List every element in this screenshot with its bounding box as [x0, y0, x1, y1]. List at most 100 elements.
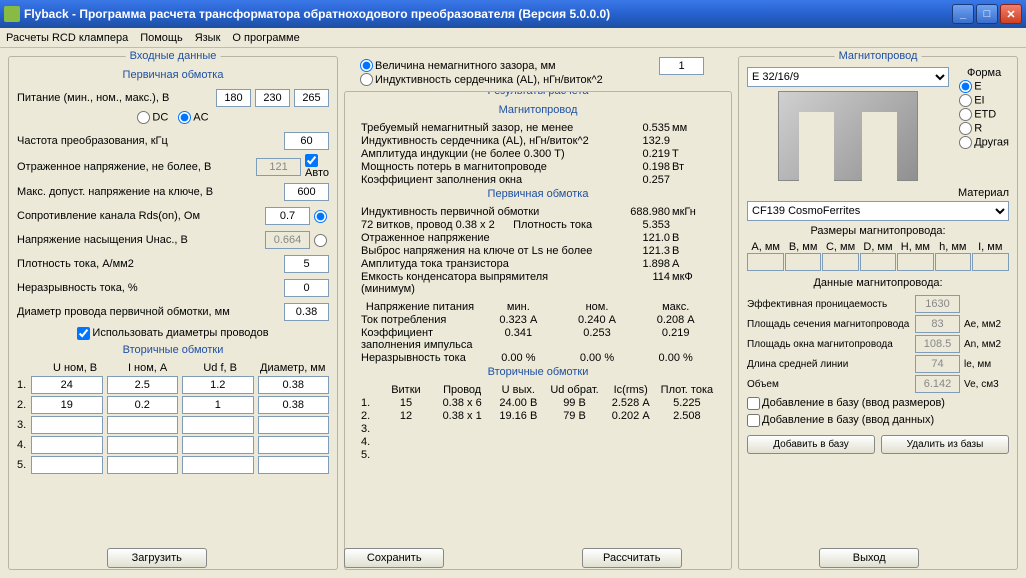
dim-c [822, 253, 859, 271]
close-button[interactable]: ✕ [1000, 4, 1022, 24]
disc-input[interactable] [284, 279, 329, 297]
del-db-button[interactable]: Удалить из базы [881, 435, 1009, 454]
primary-subtitle: Первичная обмотка [17, 69, 329, 81]
vmax-input[interactable] [284, 183, 329, 201]
shape-e-radio[interactable] [959, 80, 972, 93]
save-button[interactable]: Сохранить [344, 548, 444, 568]
shape-other-radio[interactable] [959, 136, 972, 149]
s4-d[interactable] [258, 436, 330, 454]
core-select[interactable]: E 32/16/9 [747, 67, 949, 87]
input-panel-title: Входные данные [126, 50, 221, 62]
menu-lang[interactable]: Язык [195, 32, 221, 44]
s3-u[interactable] [31, 416, 103, 434]
jdens-input[interactable] [284, 255, 329, 273]
dc-radio[interactable] [137, 111, 150, 124]
res-core-title: Магнитопровод [353, 104, 723, 116]
add-data-check[interactable] [747, 414, 760, 427]
usat-label: Напряжение насыщения Uнас., В [17, 234, 261, 246]
add-db-button[interactable]: Добавить в базу [747, 435, 875, 454]
s2-d[interactable] [258, 396, 330, 414]
ac-radio-label[interactable]: AC [178, 111, 208, 124]
gap-radio[interactable] [360, 59, 373, 72]
jdens-label: Плотность тока, А/мм2 [17, 258, 280, 270]
s2-ud[interactable] [182, 396, 254, 414]
refl-label: Отраженное напряжение, не более, В [17, 161, 252, 173]
s3-ud[interactable] [182, 416, 254, 434]
res-sec-title: Вторичные обмотки [353, 366, 723, 378]
dim-hh [897, 253, 934, 271]
s1-i[interactable] [107, 376, 179, 394]
sec-h-d: Диаметр, мм [256, 362, 329, 374]
results-title: Результаты расчета [483, 91, 592, 97]
refl-input [256, 158, 301, 176]
use-diam-label[interactable]: Использовать диаметры проводов [77, 327, 268, 339]
material-select[interactable]: CF139 CosmoFerrites [747, 201, 1009, 221]
dwire-input[interactable] [284, 303, 329, 321]
menu-about[interactable]: О программе [232, 32, 299, 44]
exit-button[interactable]: Выход [819, 548, 919, 568]
dwire-label: Диаметр провода первичной обмотки, мм [17, 306, 280, 318]
dim-b [785, 253, 822, 271]
s5-i[interactable] [107, 456, 179, 474]
sec-h-ud: Ud f, В [184, 362, 257, 374]
calc-button[interactable]: Рассчитать [582, 548, 682, 568]
s1-ud[interactable] [182, 376, 254, 394]
rds-input[interactable] [265, 207, 310, 225]
shape-ei-radio[interactable] [959, 94, 972, 107]
power-label: Питание (мин., ном., макс.), В [17, 92, 212, 104]
s5-u[interactable] [31, 456, 103, 474]
mu-input [915, 295, 960, 313]
s1-u[interactable] [31, 376, 103, 394]
sec-h-u: U ном, В [39, 362, 112, 374]
usat-radio[interactable] [314, 234, 327, 247]
gap-radio-label: Величина немагнитного зазора, мм [375, 60, 556, 72]
s2-i[interactable] [107, 396, 179, 414]
menu-help[interactable]: Помощь [140, 32, 183, 44]
power-nom-input[interactable] [255, 89, 290, 107]
minimize-button[interactable]: _ [952, 4, 974, 24]
s1-d[interactable] [258, 376, 330, 394]
titlebar: Flyback - Программа расчета трансформато… [0, 0, 1026, 28]
s3-i[interactable] [107, 416, 179, 434]
dims-label: Размеры магнитопровода: [747, 225, 1009, 237]
s4-i[interactable] [107, 436, 179, 454]
freq-label: Частота преобразования, кГц [17, 135, 280, 147]
menu-rcd[interactable]: Расчеты RCD клампера [6, 32, 128, 44]
dc-radio-label[interactable]: DC [137, 111, 168, 124]
dim-d [860, 253, 897, 271]
ac-radio[interactable] [178, 111, 191, 124]
disc-label: Неразрывность тока, % [17, 282, 280, 294]
power-min-input[interactable] [216, 89, 251, 107]
usat-input [265, 231, 310, 249]
power-max-input[interactable] [294, 89, 329, 107]
s4-u[interactable] [31, 436, 103, 454]
material-label: Материал [958, 187, 1009, 199]
s3-d[interactable] [258, 416, 330, 434]
s4-ud[interactable] [182, 436, 254, 454]
menubar: Расчеты RCD клампера Помощь Язык О прогр… [0, 28, 1026, 48]
shape-etd-radio[interactable] [959, 108, 972, 121]
rds-radio[interactable] [314, 210, 327, 223]
rds-label: Сопротивление канала Rds(on), Ом [17, 210, 261, 222]
al-radio[interactable] [360, 73, 373, 86]
shape-label: Форма [959, 67, 1009, 79]
cdata-label: Данные магнитопровода: [747, 277, 1009, 289]
sec-h-i: I ном, А [111, 362, 184, 374]
vmax-label: Макс. допуст. напряжение на ключе, В [17, 186, 280, 198]
auto-check-label[interactable]: Авто [305, 154, 329, 179]
maximize-button[interactable]: □ [976, 4, 998, 24]
use-diam-check[interactable] [77, 327, 90, 340]
s2-u[interactable] [31, 396, 103, 414]
shape-r-radio[interactable] [959, 122, 972, 135]
an-input [915, 335, 960, 353]
s5-d[interactable] [258, 456, 330, 474]
secondary-subtitle: Вторичные обмотки [17, 344, 329, 356]
add-dims-check[interactable] [747, 397, 760, 410]
input-panel: Входные данные Первичная обмотка Питание… [8, 56, 338, 570]
auto-check[interactable] [305, 154, 318, 167]
res-prim-title: Первичная обмотка [353, 188, 723, 200]
s5-ud[interactable] [182, 456, 254, 474]
load-button[interactable]: Загрузить [107, 548, 207, 568]
freq-input[interactable] [284, 132, 329, 150]
gap-input[interactable] [659, 57, 704, 75]
